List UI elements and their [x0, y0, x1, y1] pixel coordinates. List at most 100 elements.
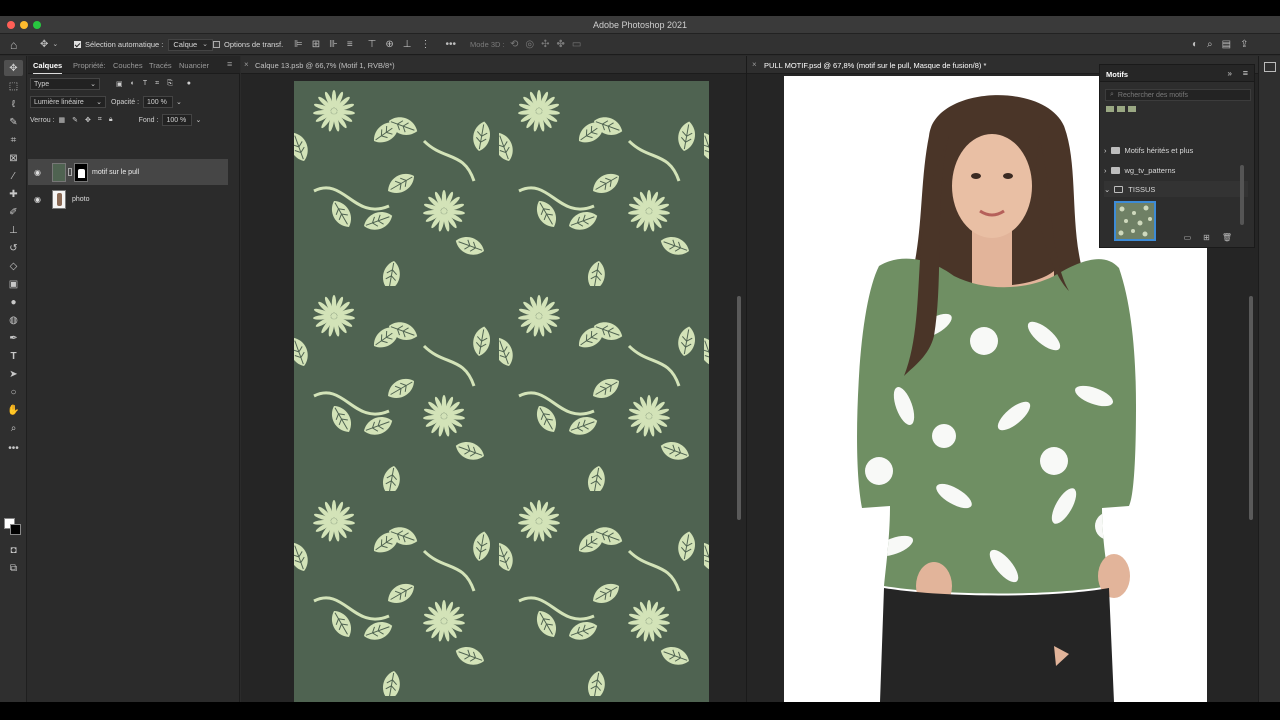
align-bottom-icon[interactable]: ⊥ — [403, 39, 412, 50]
vertical-scrollbar[interactable] — [1249, 296, 1253, 520]
close-icon[interactable]: × — [752, 60, 757, 69]
transform-checkbox[interactable] — [213, 41, 220, 48]
share-icon[interactable]: ⇪ — [1240, 39, 1248, 50]
eyedropper-tool-icon[interactable]: ⁄ — [4, 168, 23, 184]
new-pattern-icon[interactable]: ⊞ — [1203, 233, 1210, 242]
filter-pixel-icon[interactable]: ▣ — [116, 80, 123, 88]
quick-select-tool-icon[interactable]: ✎ — [4, 114, 23, 130]
filter-toggle-icon[interactable]: ● — [187, 80, 191, 88]
history-brush-icon[interactable]: ↺ — [4, 240, 23, 256]
visibility-eye-icon[interactable]: ◉ — [34, 195, 44, 204]
drag-3d-icon[interactable]: ✣ — [541, 39, 549, 50]
motifs-search-input[interactable]: ⌕ Rechercher des motifs — [1105, 89, 1251, 101]
grid-panel-icon[interactable] — [1264, 62, 1276, 72]
new-group-icon[interactable]: ▭ — [1184, 233, 1192, 242]
large-thumb-icon[interactable] — [1128, 106, 1136, 112]
quick-mask-icon[interactable]: ◘ — [4, 542, 23, 558]
distribute-icon[interactable]: ≡ — [347, 39, 353, 50]
tab-couches[interactable]: Couches — [113, 61, 143, 70]
zoom-tool-icon[interactable]: ⌕ — [4, 420, 23, 436]
layer-mask-thumbnail[interactable] — [74, 162, 88, 182]
lock-transparency-icon[interactable]: ▦ — [59, 116, 66, 124]
align-left-icon[interactable]: ⊫ — [294, 39, 303, 50]
document-tab[interactable]: × Calque 13.psb @ 66,7% (Motif 1, RVB/8*… — [241, 56, 746, 74]
chevron-down-icon[interactable]: ⌄ — [195, 116, 201, 124]
home-icon[interactable]: ⌂ — [10, 34, 17, 55]
type-tool-icon[interactable]: T — [4, 348, 23, 364]
small-thumb-icon[interactable] — [1106, 106, 1114, 112]
panel-menu-icon[interactable]: ≡ — [227, 59, 232, 69]
tab-proprietes[interactable]: Propriété: — [73, 61, 106, 70]
link-icon[interactable] — [68, 168, 72, 176]
slide-3d-icon[interactable]: ✤ — [557, 39, 565, 50]
transform-option[interactable]: Options de transf. — [213, 34, 283, 55]
lock-pixels-icon[interactable]: ✎ — [72, 116, 78, 124]
tab-calques[interactable]: Calques — [33, 61, 63, 74]
path-select-icon[interactable]: ➤ — [4, 366, 23, 382]
move-tool-icon[interactable]: ✥ — [4, 60, 23, 76]
rotate-3d-icon[interactable]: ⟲ — [510, 39, 518, 50]
tab-traces[interactable]: Tracés — [149, 61, 172, 70]
fill-field[interactable]: 100 % — [162, 114, 193, 126]
move-tool-icon[interactable]: ✥ ⌄ — [40, 34, 58, 55]
gradient-tool-icon[interactable]: ▣ — [4, 276, 23, 292]
layer-filter-dropdown[interactable]: Type ⌄ — [30, 78, 100, 90]
background-color-swatch[interactable] — [10, 524, 21, 535]
healing-tool-icon[interactable]: ✚ — [4, 186, 23, 202]
dodge-tool-icon[interactable]: ◍ — [4, 312, 23, 328]
lasso-tool-icon[interactable]: ℓ — [4, 96, 23, 112]
motif-folder[interactable]: › Motifs hérités et plus — [1104, 142, 1248, 158]
panel-menu-icon[interactable]: ≡ — [1243, 68, 1248, 78]
motif-folder[interactable]: ⌄ TISSUS — [1104, 181, 1248, 197]
medium-thumb-icon[interactable] — [1117, 106, 1125, 112]
align-top-icon[interactable]: ⊤ — [368, 39, 377, 50]
filter-smart-icon[interactable]: ⎘ — [167, 80, 173, 88]
distribute-v-icon[interactable]: ⋮ — [421, 39, 431, 50]
hand-tool-icon[interactable]: ✋ — [4, 402, 23, 418]
stamp-tool-icon[interactable]: ⊥ — [4, 222, 23, 238]
frame-tool-icon[interactable]: ⊠ — [4, 150, 23, 166]
eraser-tool-icon[interactable]: ◇ — [4, 258, 23, 274]
more-tools-icon[interactable]: ••• — [4, 440, 23, 456]
scale-3d-icon[interactable]: ▭ — [572, 39, 581, 50]
more-options-icon[interactable]: ••• — [446, 39, 457, 50]
filter-shape-icon[interactable]: ⌗ — [155, 80, 159, 88]
motif-folder[interactable]: › wg_tv_patterns — [1104, 162, 1248, 178]
chevron-right-icon[interactable]: › — [1104, 146, 1107, 155]
roll-3d-icon[interactable]: ◎ — [525, 39, 534, 50]
close-icon[interactable]: × — [244, 60, 249, 69]
pen-tool-icon[interactable]: ✒ — [4, 330, 23, 346]
blend-mode-dropdown[interactable]: Lumière linéaire ⌄ — [30, 96, 106, 108]
lock-position-icon[interactable]: ✥ — [85, 116, 91, 124]
opacity-field[interactable]: 100 % — [143, 96, 174, 108]
pattern-canvas[interactable] — [294, 81, 709, 702]
crop-tool-icon[interactable]: ⌗ — [4, 132, 23, 148]
filter-adjust-icon[interactable]: ◐ — [131, 80, 135, 88]
brush-tool-icon[interactable]: ✐ — [4, 204, 23, 220]
trash-icon[interactable]: 🗑︎ — [1222, 233, 1232, 242]
align-vcenter-icon[interactable]: ⊕ — [385, 39, 393, 50]
align-hcenter-icon[interactable]: ⊞ — [312, 39, 320, 50]
lock-artboard-icon[interactable]: ⌗ — [98, 116, 102, 124]
collapse-icon[interactable]: » — [1228, 69, 1232, 78]
pattern-swatch[interactable] — [1114, 201, 1156, 241]
motifs-panel-title[interactable]: Motifs — [1106, 70, 1128, 79]
workspace-icon[interactable]: ▤ — [1222, 39, 1231, 50]
blur-tool-icon[interactable]: ● — [4, 294, 23, 310]
chevron-down-icon[interactable]: ⌄ — [176, 98, 182, 106]
align-right-icon[interactable]: ⊪ — [329, 39, 338, 50]
tab-nuancier[interactable]: Nuancier — [179, 61, 209, 70]
chevron-down-icon[interactable]: ⌄ — [1104, 185, 1110, 194]
layer-row[interactable]: ◉ motif sur le pull — [28, 159, 228, 185]
filter-type-icon[interactable]: T — [143, 80, 147, 88]
lock-all-icon[interactable]: 🔒︎ — [109, 116, 113, 124]
shape-tool-icon[interactable]: ○ — [4, 384, 23, 400]
visibility-eye-icon[interactable]: ◉ — [34, 168, 44, 177]
search-icon[interactable]: ⌕ — [1207, 39, 1213, 50]
discover-icon[interactable]: ◐ — [1192, 39, 1198, 50]
screen-mode-icon[interactable]: ⧉ — [4, 560, 23, 576]
motifs-scrollbar[interactable] — [1240, 165, 1244, 225]
auto-select-checkbox[interactable] — [74, 41, 81, 48]
auto-select-dropdown[interactable]: Calque ⌄ — [168, 38, 214, 51]
marquee-tool-icon[interactable]: ⬚ — [4, 78, 23, 94]
